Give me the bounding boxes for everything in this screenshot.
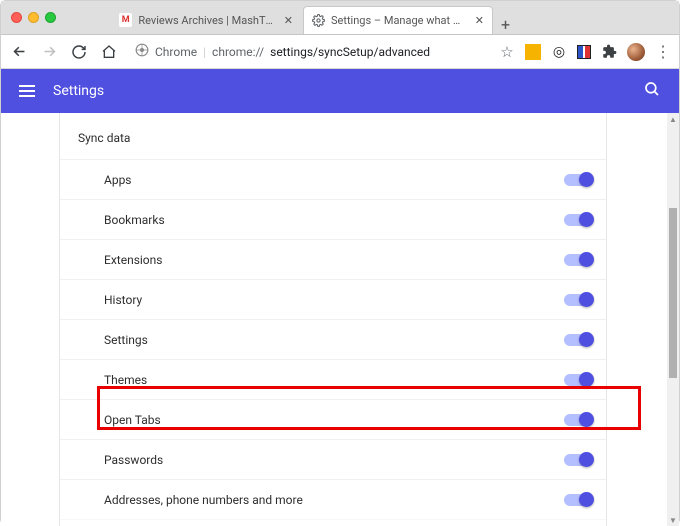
toggle-addresses[interactable] xyxy=(564,494,592,506)
sync-row: Bookmarks xyxy=(60,199,606,239)
tab-favicon-mashtips: M xyxy=(119,13,132,27)
gear-icon xyxy=(312,14,325,28)
new-tab-button[interactable]: + xyxy=(495,15,516,34)
tab-strip: M Reviews Archives | MashTips ✕ Settings… xyxy=(111,1,516,34)
toggle-passwords[interactable] xyxy=(564,454,592,466)
sync-row: Open Tabs xyxy=(60,399,606,439)
close-icon[interactable]: ✕ xyxy=(475,14,484,27)
settings-header: Settings xyxy=(1,69,679,113)
vertical-scrollbar[interactable]: ▲ ▼ xyxy=(667,113,679,526)
menu-icon[interactable] xyxy=(19,85,35,97)
maximize-window-button[interactable] xyxy=(45,12,56,23)
sync-row-label: Passwords xyxy=(104,453,163,467)
sync-row-label: Addresses, phone numbers and more xyxy=(104,493,303,507)
forward-button[interactable] xyxy=(39,42,59,62)
section-title: Sync data xyxy=(60,123,606,159)
url-path: settings/syncSetup/advanced xyxy=(270,45,430,59)
content-scroll: Sync data Apps Bookmarks Extensions Hist… xyxy=(1,113,665,526)
sync-row-label: History xyxy=(104,293,142,307)
toggle-open-tabs[interactable] xyxy=(564,414,592,426)
home-button[interactable] xyxy=(99,42,119,62)
window-titlebar: M Reviews Archives | MashTips ✕ Settings… xyxy=(1,1,679,35)
sync-row: Addresses, phone numbers and more xyxy=(60,479,606,519)
extension-icon-3[interactable] xyxy=(577,45,591,59)
toggle-apps[interactable] xyxy=(564,174,592,186)
sync-row-label: Themes xyxy=(104,373,147,387)
sync-row-label: Extensions xyxy=(104,253,162,267)
tab-label: Reviews Archives | MashTips xyxy=(138,14,273,27)
address-bar[interactable]: Chrome | chrome://settings/syncSetup/adv… xyxy=(129,43,489,60)
sync-row-label: Open Tabs xyxy=(104,413,161,427)
browser-toolbar: Chrome | chrome://settings/syncSetup/adv… xyxy=(1,35,679,69)
url-scheme-label: Chrome xyxy=(155,45,197,59)
toggle-bookmarks[interactable] xyxy=(564,214,592,226)
sync-row-label: Settings xyxy=(104,333,148,347)
close-window-button[interactable] xyxy=(11,12,22,23)
page-title: Settings xyxy=(53,83,625,99)
browser-tab-inactive[interactable]: M Reviews Archives | MashTips ✕ xyxy=(111,6,301,34)
sync-row: Passwords xyxy=(60,439,606,479)
scrollbar-thumb[interactable] xyxy=(669,208,677,378)
sync-row: Apps xyxy=(60,159,606,199)
reload-button[interactable] xyxy=(69,42,89,62)
site-info-icon[interactable] xyxy=(135,43,149,60)
sync-row: Themes xyxy=(60,359,606,399)
back-button[interactable] xyxy=(9,42,29,62)
profile-avatar[interactable] xyxy=(627,43,645,61)
extension-icon-2[interactable]: ◎ xyxy=(551,44,567,60)
toggle-extensions[interactable] xyxy=(564,254,592,266)
close-icon[interactable]: ✕ xyxy=(284,14,293,27)
browser-tab-active[interactable]: Settings – Manage what you s ✕ xyxy=(303,6,493,34)
toggle-history[interactable] xyxy=(564,294,592,306)
toggle-themes[interactable] xyxy=(564,374,592,386)
content-area: Sync data Apps Bookmarks Extensions Hist… xyxy=(1,113,679,526)
scroll-up-icon[interactable]: ▲ xyxy=(667,113,679,125)
sync-row: Settings xyxy=(60,319,606,359)
minimize-window-button[interactable] xyxy=(28,12,39,23)
toggle-settings[interactable] xyxy=(564,334,592,346)
sync-card: Sync data Apps Bookmarks Extensions Hist… xyxy=(59,113,607,526)
browser-menu-icon[interactable]: ⋮ xyxy=(655,42,671,61)
toolbar-right: ☆ ◎ ⋮ xyxy=(499,42,671,61)
sync-row-label: Apps xyxy=(104,173,132,187)
extension-icon-1[interactable] xyxy=(525,44,541,60)
sync-row: History xyxy=(60,279,606,319)
traffic-lights xyxy=(11,12,56,23)
tab-label: Settings – Manage what you s xyxy=(331,14,465,27)
sync-row-label: Bookmarks xyxy=(104,213,165,227)
search-icon[interactable] xyxy=(643,80,661,102)
extensions-menu-icon[interactable] xyxy=(601,44,617,60)
bookmark-star-icon[interactable]: ☆ xyxy=(499,44,515,60)
url-prefix: chrome:// xyxy=(212,45,264,59)
scroll-down-icon[interactable]: ▼ xyxy=(667,514,679,526)
sync-row: Extensions xyxy=(60,239,606,279)
